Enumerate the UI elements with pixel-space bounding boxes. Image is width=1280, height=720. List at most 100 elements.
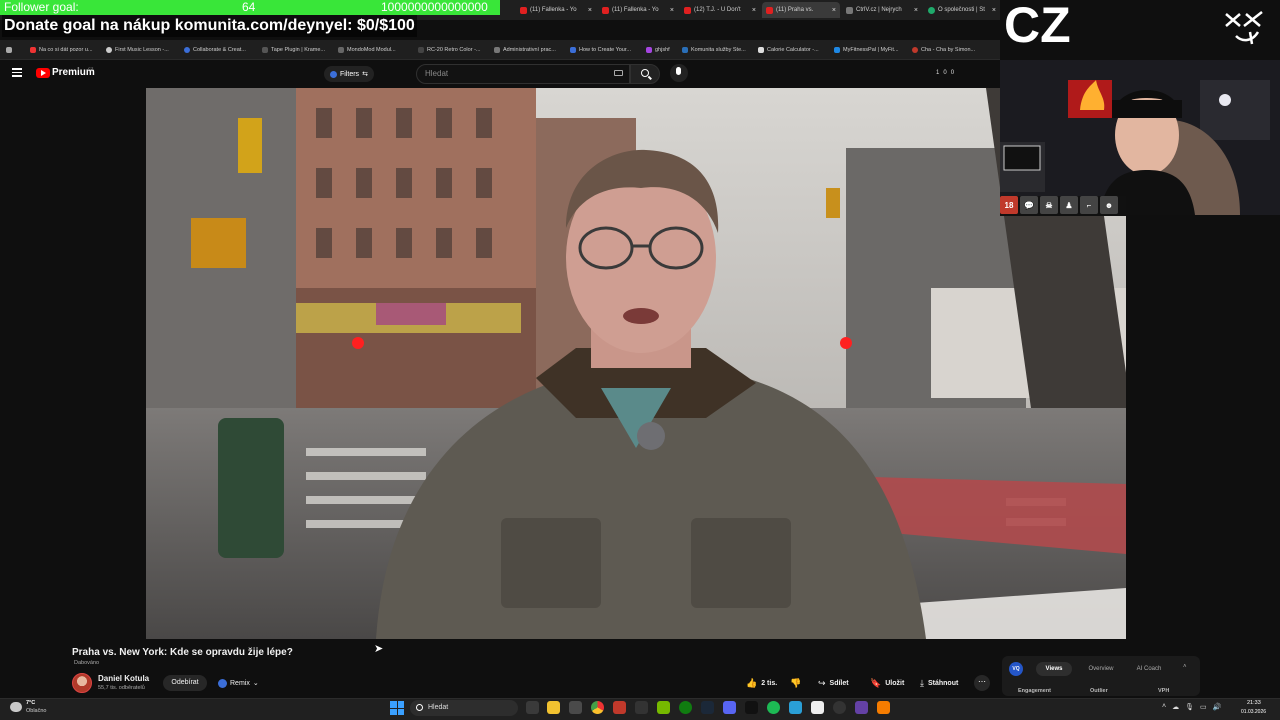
tab-ai-coach[interactable]: AI Coach — [1128, 662, 1170, 676]
webcam-feed — [1000, 60, 1280, 215]
save-button[interactable]: 🔖 Uložit — [866, 675, 908, 691]
nvidia-icon[interactable] — [657, 701, 670, 714]
clock-date[interactable]: 01.03.2026 — [1241, 709, 1266, 715]
dubbed-badge: Dabováno — [74, 660, 100, 666]
weather-description[interactable]: Oblačno — [26, 708, 47, 714]
chevron-up-icon[interactable]: ˄ — [1183, 664, 1187, 670]
task-view-icon[interactable] — [526, 701, 539, 714]
bookmark-favicon-icon — [834, 47, 840, 53]
mouse-cursor-icon: ➤ — [374, 643, 384, 655]
network-icon[interactable]: ☁ — [1172, 703, 1179, 711]
search-input[interactable]: Hledat — [416, 64, 630, 84]
bookmark-icon: 🔖 — [870, 677, 882, 688]
like-button[interactable]: 👍 2 tis. — [742, 675, 781, 691]
youtube-favicon-icon — [766, 6, 773, 14]
column-engagement: Engagement — [1018, 688, 1052, 694]
video-frame-image — [146, 88, 1126, 639]
subscribe-button[interactable]: Odebírat — [163, 675, 207, 691]
browser-tab[interactable]: O společnosti | St × — [924, 2, 1000, 18]
region-code: CZ — [88, 66, 94, 71]
bookmark-item[interactable]: Calorie Calculator -... — [758, 43, 819, 57]
column-outlier: Outlier — [1090, 688, 1108, 694]
brave-icon[interactable] — [877, 701, 890, 714]
follower-goal-current: 64 — [242, 0, 256, 14]
browser-tab[interactable]: (11) Fallenka - Yo × — [516, 2, 596, 18]
tab-overview[interactable]: Overview — [1080, 662, 1122, 676]
sliders-icon: ⇆ — [362, 71, 368, 78]
channel-avatar[interactable] — [72, 673, 92, 693]
system-tray[interactable]: ˄ ☁ 🎙 ▭ 🔊 — [1162, 703, 1221, 711]
more-actions-icon[interactable]: ⋯ — [974, 675, 990, 691]
chevron-up-icon[interactable]: ˄ — [1162, 703, 1166, 711]
file-explorer-icon[interactable] — [547, 701, 560, 714]
bookmark-item[interactable]: Collaborate & Creat... — [184, 43, 246, 57]
app-icon[interactable] — [613, 701, 626, 714]
bookmark-item[interactable]: MyFitnessPal | MyFit... — [834, 43, 899, 57]
dislike-button[interactable]: 👎 — [786, 675, 805, 691]
app-icon[interactable] — [855, 701, 868, 714]
cloud-weather-icon[interactable] — [10, 702, 22, 712]
steam-icon[interactable] — [701, 701, 714, 714]
weather-temperature[interactable]: 7°C — [26, 700, 35, 706]
telegram-icon[interactable] — [789, 701, 802, 714]
close-tab-icon[interactable]: × — [832, 7, 840, 14]
download-button[interactable]: ⤓ Stáhnout — [916, 675, 962, 691]
close-tab-icon[interactable]: × — [670, 7, 678, 14]
hamburger-menu-icon[interactable] — [12, 68, 22, 78]
close-tab-icon[interactable]: × — [992, 7, 1000, 14]
bookmark-favicon-icon — [418, 47, 424, 53]
remix-button[interactable]: Remix ⌄ — [214, 675, 263, 691]
browser-tab[interactable]: (11) Fallenka - Yo × — [598, 2, 678, 18]
bookmark-favicon-icon — [758, 47, 764, 53]
chat-bubble-emote-icon: 💬 — [1020, 196, 1038, 214]
bookmark-item[interactable]: RC-20 Retro Color -... — [418, 43, 481, 57]
epic-games-icon[interactable] — [745, 701, 758, 714]
download-icon: ⤓ — [920, 677, 924, 688]
channel-name[interactable]: Daniel Kotula — [98, 674, 149, 683]
keyboard-icon[interactable] — [614, 70, 623, 76]
search-button[interactable] — [630, 64, 660, 84]
bookmark-item[interactable]: First Music Lesson -... — [106, 43, 169, 57]
windows-start-icon[interactable] — [390, 701, 404, 715]
filter-extension-icon — [330, 70, 337, 78]
close-tab-icon[interactable]: × — [752, 7, 760, 14]
filters-button[interactable]: Filters ⇆ — [324, 66, 374, 82]
video-player[interactable] — [146, 88, 1126, 639]
close-tab-icon[interactable]: × — [914, 7, 922, 14]
bookmark-item[interactable]: Na co si dát pozor u... — [30, 43, 93, 57]
bookmark-item[interactable]: Tape Plugin | Krame... — [262, 43, 325, 57]
youtube-logo-icon[interactable] — [36, 68, 50, 78]
clock-time[interactable]: 21:33 — [1247, 700, 1261, 706]
close-tab-icon[interactable]: × — [588, 7, 596, 14]
volume-icon[interactable]: 🔊 — [1213, 703, 1222, 711]
xbox-icon[interactable] — [679, 701, 692, 714]
bookmark-item[interactable]: ghjshf — [646, 43, 670, 57]
app-icon[interactable] — [811, 701, 824, 714]
microphone-icon[interactable]: 🎙 — [1185, 703, 1194, 711]
bookmark-item[interactable]: Administrativní prac... — [494, 43, 556, 57]
browser-tab-active[interactable]: (11) Praha vs. × — [762, 2, 840, 18]
discord-icon[interactable] — [723, 701, 736, 714]
bookmark-item[interactable]: How to Create Your... — [570, 43, 631, 57]
browser-tab[interactable]: (12) T.J. - U Don't × — [680, 2, 760, 18]
bookmark-item[interactable]: Cha - Cha by Simon... — [912, 43, 975, 57]
youtube-favicon-icon — [602, 6, 609, 14]
app-icon[interactable] — [635, 701, 648, 714]
spotify-icon[interactable] — [767, 701, 780, 714]
share-button[interactable]: ↪ Sdílet — [814, 675, 853, 691]
browser-tab[interactable]: CtrlV.cz | Nejrych × — [842, 2, 922, 18]
chrome-icon[interactable] — [591, 701, 604, 714]
obs-icon[interactable] — [833, 701, 846, 714]
tab-views[interactable]: Views — [1036, 662, 1072, 676]
bookmark-favicon-icon — [682, 47, 688, 53]
taskbar-search[interactable]: Hledat — [410, 700, 518, 716]
display-icon[interactable]: ▭ — [1200, 703, 1207, 711]
app-icon[interactable] — [569, 701, 582, 714]
bookmark-item[interactable]: MondoMod Modul... — [338, 43, 396, 57]
share-arrow-icon: ↪ — [818, 677, 826, 688]
remix-icon — [218, 678, 227, 688]
voice-search-mic-icon[interactable] — [670, 64, 688, 82]
character-emote-icon: ☠ — [1040, 196, 1058, 214]
apps-icon[interactable] — [6, 43, 12, 57]
bookmark-item[interactable]: Komunita služby Ste... — [682, 43, 746, 57]
